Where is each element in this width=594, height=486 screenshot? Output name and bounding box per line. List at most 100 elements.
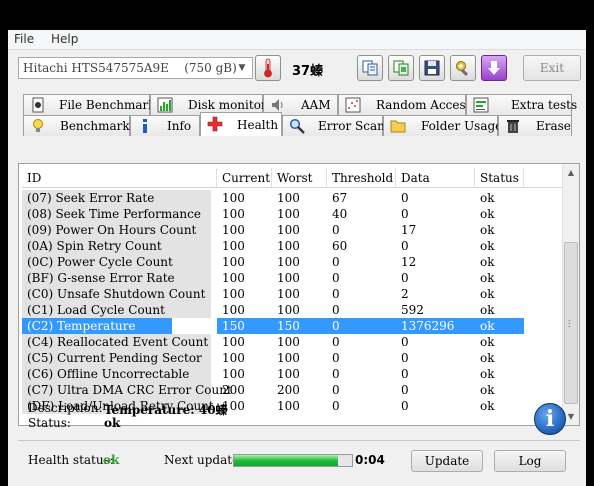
cell-id: (C6) Offline Uncorrectable <box>22 366 211 382</box>
copy-screenshot-button[interactable] <box>388 55 414 81</box>
cell-status: ok <box>480 271 495 285</box>
tab-label: Error Scan <box>318 119 385 133</box>
main-window: File Help Hitachi HTS547575A9E (750 gB) … <box>8 30 586 486</box>
grip-icon: --- <box>568 316 571 331</box>
cell-id: (0A) Spin Retry Count <box>22 238 211 254</box>
trash-icon <box>507 120 519 133</box>
update-button[interactable]: Update <box>411 450 483 472</box>
tab-label: Info <box>167 119 192 133</box>
cell-worst: 100 <box>277 351 300 365</box>
cell-worst: 100 <box>277 271 300 285</box>
temperature-readout: 37螓 <box>292 64 324 79</box>
temperature-button[interactable] <box>255 55 281 81</box>
cell-threshold: 0 <box>332 287 340 301</box>
menu-help[interactable]: Help <box>51 32 78 46</box>
cell-data: 12 <box>401 255 417 269</box>
cell-status: ok <box>480 191 495 205</box>
cell-id: (C1) Load Cycle Count <box>22 302 211 318</box>
tab-file-benchmark[interactable]: File Benchmark <box>23 94 156 115</box>
col-header-status[interactable]: Status <box>475 168 524 188</box>
tab-label: Disk monitor <box>188 98 267 112</box>
drive-select[interactable]: Hitachi HTS547575A9E (750 gB) ▼ <box>18 57 253 79</box>
cell-threshold: 0 <box>332 399 340 413</box>
options-button[interactable] <box>450 55 476 81</box>
tab-erase[interactable]: Erase <box>498 115 572 136</box>
cell-id: (07) Seek Error Rate <box>22 190 211 206</box>
status-value: ok <box>104 416 121 430</box>
cell-data: 0 <box>401 271 409 285</box>
cell-current: 100 <box>222 303 245 317</box>
table-row[interactable]: (0C) Power Cycle Count 100 100 0 12 ok <box>22 254 562 270</box>
cell-current: 100 <box>222 335 245 349</box>
thermometer-icon <box>264 58 272 78</box>
tab-folder-usage[interactable]: Folder Usage <box>383 115 502 136</box>
table-row[interactable]: (BF) G-sense Error Rate 100 100 0 0 ok <box>22 270 562 286</box>
tab-label: Extra tests <box>511 98 578 112</box>
cell-current: 150 <box>217 318 272 334</box>
scrollbar-thumb[interactable]: --- <box>564 242 578 404</box>
save-button[interactable] <box>419 55 445 81</box>
cell-status: ok <box>480 367 495 381</box>
tab-label: Benchmark <box>60 119 130 133</box>
log-button[interactable]: Log <box>494 450 566 472</box>
table-row[interactable]: (0A) Spin Retry Count 100 100 60 0 ok <box>22 238 562 254</box>
table-row[interactable]: (C1) Load Cycle Count 100 100 0 592 ok <box>22 302 562 318</box>
cell-data: 0 <box>401 351 409 365</box>
next-update-label: Next update: <box>164 453 244 467</box>
cell-worst: 100 <box>277 303 300 317</box>
random-access-icon <box>345 97 361 113</box>
col-header-threshold[interactable]: Threshold <box>327 168 396 188</box>
cell-current: 100 <box>222 367 245 381</box>
tab-random-access[interactable]: Random Access <box>338 94 472 115</box>
cell-current: 100 <box>222 207 245 221</box>
table-row[interactable]: (C5) Current Pending Sector 100 100 0 0 ok <box>22 350 562 366</box>
col-header-current[interactable]: Current <box>217 168 272 188</box>
col-header-id[interactable]: ID <box>22 168 217 188</box>
exit-button[interactable]: Exit <box>523 55 581 81</box>
tab-label: Random Access <box>376 98 472 112</box>
tab-error-scan[interactable]: Error Scan <box>282 115 385 136</box>
cell-status: ok <box>480 287 495 301</box>
tab-health[interactable]: Health <box>200 112 282 136</box>
table-row[interactable]: (C0) Unsafe Shutdown Count 100 100 0 2 ok <box>22 286 562 302</box>
cell-threshold: 0 <box>332 367 340 381</box>
cell-threshold: 0 <box>327 318 396 334</box>
copy-text-button[interactable] <box>357 55 383 81</box>
tab-label: Erase <box>536 119 571 133</box>
cell-data: 1376296 <box>396 318 475 334</box>
tab-extra-tests[interactable]: Extra tests <box>466 94 577 115</box>
cell-status: ok <box>480 239 495 253</box>
tab-info[interactable]: Info <box>130 115 200 136</box>
table-row[interactable]: (C4) Reallocated Event Count 100 100 0 0 ok <box>22 334 562 350</box>
cell-current: 100 <box>222 287 245 301</box>
cell-data: 2 <box>401 287 409 301</box>
cell-threshold: 0 <box>332 271 340 285</box>
cell-current: 200 <box>222 383 245 397</box>
col-header-worst[interactable]: Worst <box>272 168 327 188</box>
table-row[interactable]: (07) Seek Error Rate 100 100 67 0 ok <box>22 190 562 206</box>
divider <box>18 440 580 441</box>
chevron-down-icon: ▼ <box>238 63 246 73</box>
table-row[interactable]: (DF) Load/Unload Retry Count 100 100 0 0 ok <box>22 398 562 414</box>
cell-worst: 100 <box>277 207 300 221</box>
tab-benchmark[interactable]: Benchmark <box>23 115 130 136</box>
info-button-icon[interactable]: i <box>534 403 566 435</box>
table-row[interactable]: (08) Seek Time Performance 100 100 40 0 ok <box>22 206 562 222</box>
scroll-up-arrow-icon[interactable]: ▲ <box>563 164 579 181</box>
table-row[interactable]: (C7) Ultra DMA CRC Error Count 200 200 0 0 ok <box>22 382 562 398</box>
cell-id: (08) Seek Time Performance <box>22 206 211 222</box>
cell-data: 0 <box>401 335 409 349</box>
table-row[interactable]: (09) Power On Hours Count 100 100 0 17 ok <box>22 222 562 238</box>
table-row[interactable]: (C6) Offline Uncorrectable 100 100 0 0 ok <box>22 366 562 382</box>
cell-status: ok <box>480 399 495 413</box>
tab-label: File Benchmark <box>59 98 156 112</box>
col-header-data[interactable]: Data <box>396 168 475 188</box>
cell-current: 100 <box>222 239 245 253</box>
cell-worst: 100 <box>277 367 300 381</box>
table-row[interactable]: (C2) Temperature 150 150 0 1376296 ok <box>22 318 562 334</box>
vertical-scrollbar[interactable]: ▲ --- ▼ <box>562 164 579 425</box>
cell-worst: 100 <box>277 335 300 349</box>
download-button[interactable] <box>481 55 507 81</box>
tab-label: Health <box>237 118 279 132</box>
menu-file[interactable]: File <box>14 32 34 46</box>
